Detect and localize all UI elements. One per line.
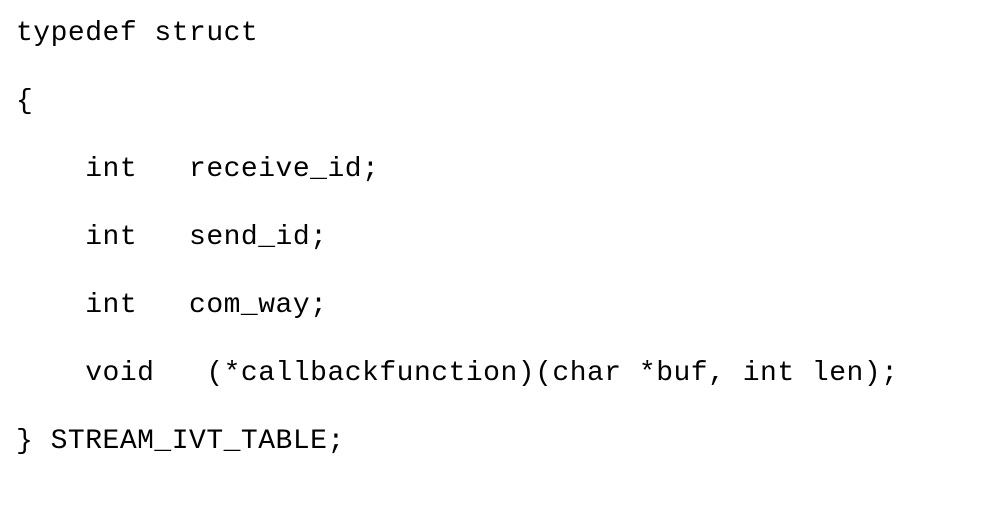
code-line-5: int com_way; <box>16 292 984 320</box>
code-line-4: int send_id; <box>16 224 984 252</box>
code-line-7: } STREAM_IVT_TABLE; <box>16 428 984 456</box>
code-line-2: { <box>16 88 984 116</box>
code-line-3: int receive_id; <box>16 156 984 184</box>
code-line-1: typedef struct <box>16 20 984 48</box>
code-line-6: void (*callbackfunction)(char *buf, int … <box>16 360 984 388</box>
